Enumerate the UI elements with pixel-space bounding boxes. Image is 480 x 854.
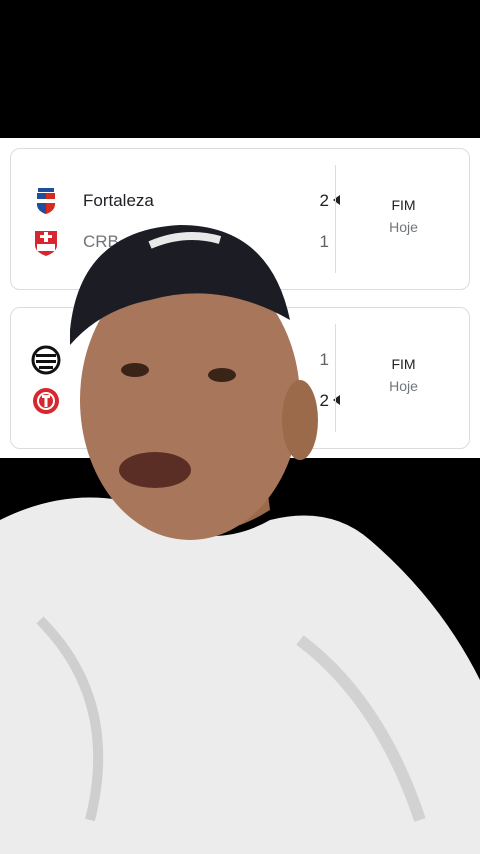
striped-crest-icon — [31, 345, 61, 375]
match-status: FIM Hoje — [356, 356, 451, 394]
status-label: FIM — [391, 356, 416, 372]
crb-crest-icon — [35, 231, 57, 256]
card-divider — [335, 165, 336, 273]
away-team-name: CRB — [83, 232, 119, 251]
team-row-home: Fortaleza 2 — [31, 186, 340, 216]
team-row-away: CRB 1 — [31, 227, 331, 257]
match-status: FIM Hoje — [356, 197, 451, 235]
away-team-score: 2 — [319, 391, 329, 410]
fortaleza-crest-icon — [37, 188, 55, 214]
internacional-crest-icon — [33, 388, 59, 414]
match-card[interactable]: 1 2 FIM Hoje — [10, 307, 470, 449]
away-team-score: 1 — [319, 232, 329, 251]
home-team-name: Fortaleza — [83, 191, 154, 210]
home-team-score: 2 — [319, 191, 329, 210]
status-label: FIM — [391, 197, 416, 213]
match-card[interactable]: Fortaleza 2 CRB 1 FIM Hoje — [10, 148, 470, 290]
home-team-score: 1 — [319, 350, 329, 369]
team-row-away: 2 — [31, 386, 340, 416]
card-divider — [335, 324, 336, 432]
match-date: Hoje — [389, 219, 418, 235]
team-row-home: 1 — [31, 345, 331, 375]
match-date: Hoje — [389, 378, 418, 394]
